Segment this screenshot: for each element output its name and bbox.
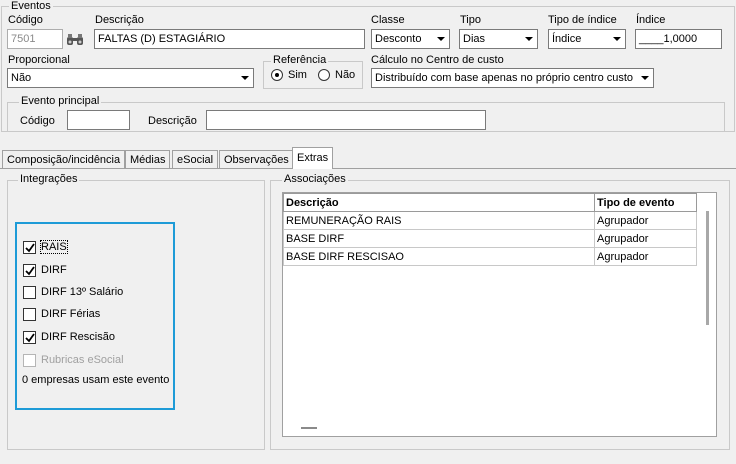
table-cell: Agrupador [594,247,697,266]
dirf-label: DIRF [41,264,67,276]
chevron-down-icon[interactable] [236,69,253,87]
rubricas-esocial-label: Rubricas eSocial [41,354,124,366]
tab-observacoes[interactable]: Observações [219,150,294,169]
dirf-checkbox[interactable]: DIRF [23,263,67,277]
tab-esocial[interactable]: eSocial [172,150,219,169]
rais-label: RAIS [40,240,68,254]
classe-label: Classe [371,14,405,26]
evento-principal-descricao-field[interactable] [206,110,486,130]
tipo-indice-select[interactable]: Índice [548,29,626,49]
dirf-ferias-checkbox[interactable]: DIRF Férias [23,307,100,321]
evento-principal-title: Evento principal [19,95,102,107]
table-cell: Agrupador [594,211,697,230]
indice-field[interactable]: ____1,0000 [635,29,722,49]
chevron-down-icon[interactable] [636,69,653,87]
table-header-row: Descrição Tipo de evento [283,193,697,212]
column-header-tipo-evento[interactable]: Tipo de evento [594,193,697,212]
calculo-select[interactable]: Distribuído com base apenas no próprio c… [371,68,654,88]
classe-select[interactable]: Desconto [371,29,450,49]
codigo-field[interactable]: 7501 [7,29,63,49]
calculo-label: Cálculo no Centro de custo [371,54,504,66]
vertical-scrollbar[interactable] [706,211,709,325]
checkbox-checked-icon[interactable] [23,330,36,344]
tipo-label: Tipo [460,14,481,26]
chevron-down-icon[interactable] [432,30,449,48]
chevron-down-icon[interactable] [520,30,537,48]
tipo-indice-label: Tipo de índice [548,14,617,26]
table-row[interactable]: REMUNERAÇÃO RAIS Agrupador [283,211,697,230]
calculo-value: Distribuído com base apenas no próprio c… [375,72,634,84]
dirf-rescisao-checkbox[interactable]: DIRF Rescisão [23,330,115,344]
rais-checkbox[interactable]: RAIS [23,240,68,254]
binoculars-icon[interactable] [64,29,86,49]
tab-composicao[interactable]: Composição/incidência [2,150,126,169]
tipo-indice-value: Índice [552,33,582,45]
evento-principal-descricao-label: Descrição [148,115,197,127]
classe-value: Desconto [375,33,422,45]
horizontal-scrollbar[interactable] [301,427,317,429]
evento-principal-codigo-label: Código [20,115,55,127]
checkbox-unchecked-icon[interactable] [23,307,36,321]
proporcional-value: Não [11,72,32,84]
codigo-label: Código [8,14,43,26]
radio-selected-icon[interactable] [271,69,283,81]
empresas-status-text: 0 empresas usam este evento [22,374,170,386]
column-header-descricao[interactable]: Descrição [283,193,595,212]
integracoes-group-title: Integrações [18,173,80,185]
tab-medias[interactable]: Médias [125,150,171,169]
checkbox-disabled-icon [23,353,36,367]
tipo-select[interactable]: Dias [459,29,538,49]
descricao-field[interactable]: FALTAS (D) ESTAGIÁRIO [94,29,365,49]
referencia-group-title: Referência [271,54,329,66]
associacoes-grid[interactable]: Descrição Tipo de evento REMUNERAÇÃO RAI… [282,192,717,437]
checkbox-checked-icon[interactable] [23,263,36,277]
proporcional-label: Proporcional [8,54,70,66]
table-cell: Agrupador [594,229,697,248]
tab-extras[interactable]: Extras [292,147,334,169]
proporcional-select[interactable]: Não [7,68,254,88]
associacoes-table: Descrição Tipo de evento REMUNERAÇÃO RAI… [283,193,697,266]
table-row[interactable]: BASE DIRF RESCISAO Agrupador [283,247,697,266]
eventos-group-title: Eventos [9,0,53,12]
dirf-ferias-label: DIRF Férias [41,308,101,320]
table-cell: REMUNERAÇÃO RAIS [283,211,595,230]
referencia-nao-radio[interactable]: Não [318,69,355,81]
dirf-13-label: DIRF 13º Salário [41,286,124,298]
referencia-sim-radio[interactable]: Sim [271,69,307,81]
table-cell: BASE DIRF RESCISAO [283,247,595,266]
table-cell: BASE DIRF [283,229,595,248]
descricao-label: Descrição [95,14,144,26]
associacoes-group-title: Associações [282,173,348,185]
referencia-nao-label: Não [335,69,356,81]
referencia-sim-label: Sim [288,69,307,81]
dirf-rescisao-label: DIRF Rescisão [41,331,115,343]
checkbox-unchecked-icon[interactable] [23,285,36,299]
checkbox-checked-icon[interactable] [23,240,36,254]
chevron-down-icon[interactable] [608,30,625,48]
rubricas-esocial-checkbox: Rubricas eSocial [23,353,124,367]
evento-principal-codigo-field[interactable] [67,110,130,130]
dirf-13-checkbox[interactable]: DIRF 13º Salário [23,285,123,299]
indice-label: Índice [636,14,666,26]
tipo-value: Dias [463,33,486,45]
table-row[interactable]: BASE DIRF Agrupador [283,229,697,248]
radio-unselected-icon[interactable] [318,69,330,81]
